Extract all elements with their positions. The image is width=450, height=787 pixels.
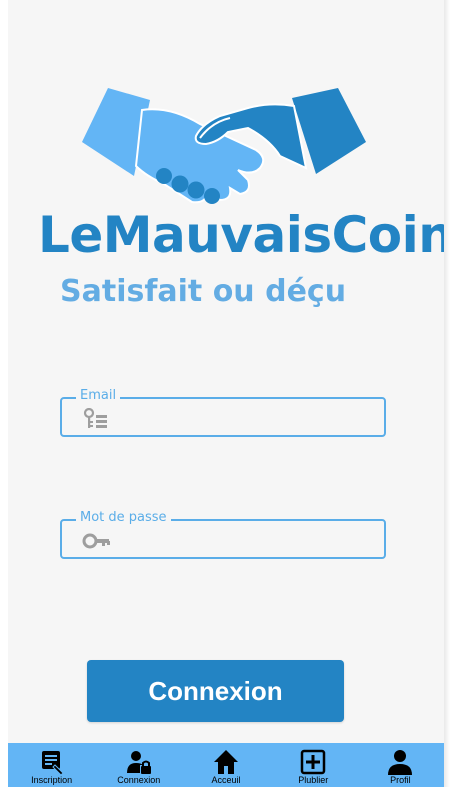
login-button[interactable]: Connexion <box>87 660 344 722</box>
nav-item-connexion[interactable]: Connexion <box>95 743 182 787</box>
email-input[interactable] <box>122 403 376 433</box>
email-label: Email <box>76 388 121 403</box>
app-screen: LeMauvaisCoin Satisfait ou déçu Email Mo… <box>8 0 450 787</box>
id-card-icon <box>83 408 107 428</box>
brand-tagline: Satisfait ou déçu <box>60 274 347 309</box>
nav-label-connexion: Connexion <box>117 775 161 785</box>
bottom-nav: Inscription Connexion Acceuil Plublier P… <box>8 743 444 787</box>
password-input[interactable] <box>122 525 376 555</box>
home-icon <box>214 750 238 774</box>
password-label: Mot de passe <box>76 510 171 525</box>
logo <box>8 84 444 224</box>
nav-item-acceuil[interactable]: Acceuil <box>182 743 269 787</box>
nav-item-profil[interactable]: Profil <box>357 743 444 787</box>
email-field[interactable]: Email <box>60 388 386 437</box>
nav-item-inscription[interactable]: Inscription <box>8 743 95 787</box>
nav-label-inscription: Inscription <box>31 775 73 785</box>
screen-edge <box>444 0 450 787</box>
brand-title: LeMauvaisCoin <box>38 206 450 264</box>
password-field[interactable]: Mot de passe <box>60 510 386 559</box>
key-icon <box>82 533 110 549</box>
add-box-icon <box>300 749 326 775</box>
person-icon <box>388 750 413 775</box>
nav-label-acceuil: Acceuil <box>211 775 241 785</box>
user-lock-icon <box>126 751 151 774</box>
nav-item-plublier[interactable]: Plublier <box>270 743 357 787</box>
handshake-icon <box>82 88 366 204</box>
nav-label-profil: Profil <box>390 775 411 785</box>
nav-label-plublier: Plublier <box>298 775 329 785</box>
inscription-icon <box>41 751 64 775</box>
